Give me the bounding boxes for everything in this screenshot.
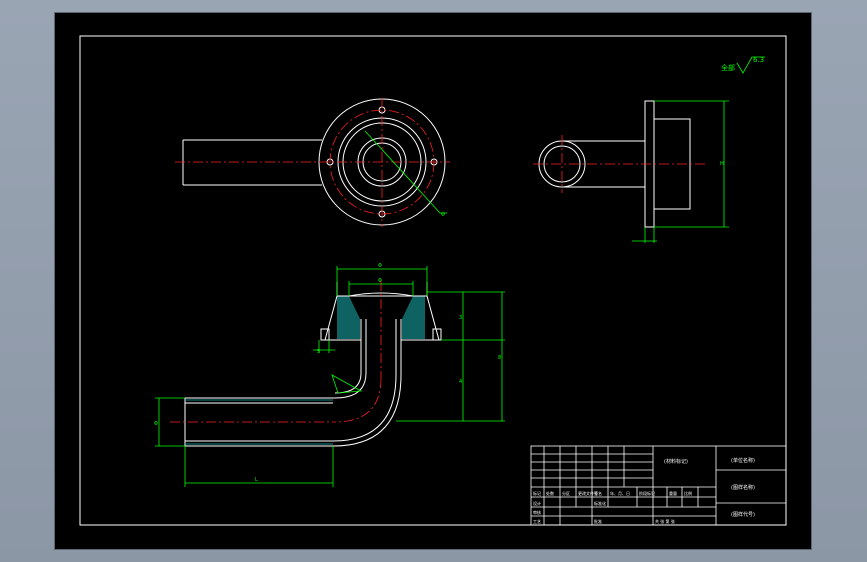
inner-width-label: Φ bbox=[378, 278, 382, 284]
hole-diameter-label: Φ bbox=[441, 212, 445, 218]
section-dimensions bbox=[155, 266, 505, 487]
section-wall-hatch bbox=[185, 399, 333, 445]
top-height-label: 3 bbox=[459, 315, 462, 321]
drawing-border bbox=[79, 35, 787, 526]
row-label-process: 工艺 bbox=[533, 519, 541, 524]
elbow-outer-curve-2 bbox=[332, 374, 402, 447]
drawing-code-cell: (图样代号) bbox=[731, 511, 755, 518]
col-label-date: 年、月、日 bbox=[610, 490, 630, 496]
col-label-sign: 签名 bbox=[594, 490, 602, 496]
std-label: 标准化 bbox=[594, 500, 606, 506]
side-view-centerlines bbox=[533, 135, 705, 193]
col-label-count: 处数 bbox=[546, 490, 554, 496]
col-label-zone: 分区 bbox=[562, 490, 570, 496]
sheet-label: 共 张 第 张 bbox=[655, 518, 675, 524]
top-view-centerlines bbox=[175, 98, 450, 227]
roughness-prefix: 全部 bbox=[721, 63, 735, 72]
pipe-height-label: 4 bbox=[459, 379, 462, 385]
org-name-cell: (单位名称) bbox=[731, 457, 755, 464]
drawing-canvas: Φ H 全部 6.3 Φ Φ 3 4 8 Φ L 5 (材料标记) (单位名称)… bbox=[79, 35, 787, 526]
cad-drawing-viewport[interactable]: Φ H 全部 6.3 Φ Φ 3 4 8 Φ L 5 (材料标记) (单位名称)… bbox=[55, 13, 811, 549]
elbow-inner-curve-2 bbox=[334, 372, 362, 394]
angle-marker bbox=[331, 374, 363, 394]
stage-label: 阶段标记 bbox=[639, 490, 655, 496]
roughness-value: 6.3 bbox=[753, 56, 764, 64]
surface-roughness-note: 全部 6.3 bbox=[721, 56, 765, 74]
total-height-label: 8 bbox=[498, 355, 501, 361]
scale-label: 比例 bbox=[684, 490, 692, 496]
side-view-dimensions bbox=[632, 100, 729, 243]
pipe-diameter-label: Φ bbox=[154, 421, 158, 427]
flange-height-label: 5 bbox=[317, 349, 320, 355]
part-name-cell: (材料标记) bbox=[664, 458, 688, 465]
elbow-outer-curve bbox=[332, 374, 397, 442]
hatch-right-flange bbox=[402, 296, 425, 339]
side-height-label: H bbox=[720, 161, 724, 167]
row-label-review: 审核 bbox=[533, 509, 541, 515]
top-width-label: Φ bbox=[378, 263, 382, 269]
row-label-design: 设计 bbox=[533, 500, 541, 506]
hatch-left-flange bbox=[337, 296, 360, 339]
drawing-name-cell: (图样名称) bbox=[731, 484, 755, 491]
row-label-mark: 标记 bbox=[533, 490, 541, 496]
approve-label: 批准 bbox=[594, 518, 602, 524]
weight-label: 重量 bbox=[669, 490, 677, 496]
pipe-length-label: L bbox=[255, 477, 258, 483]
